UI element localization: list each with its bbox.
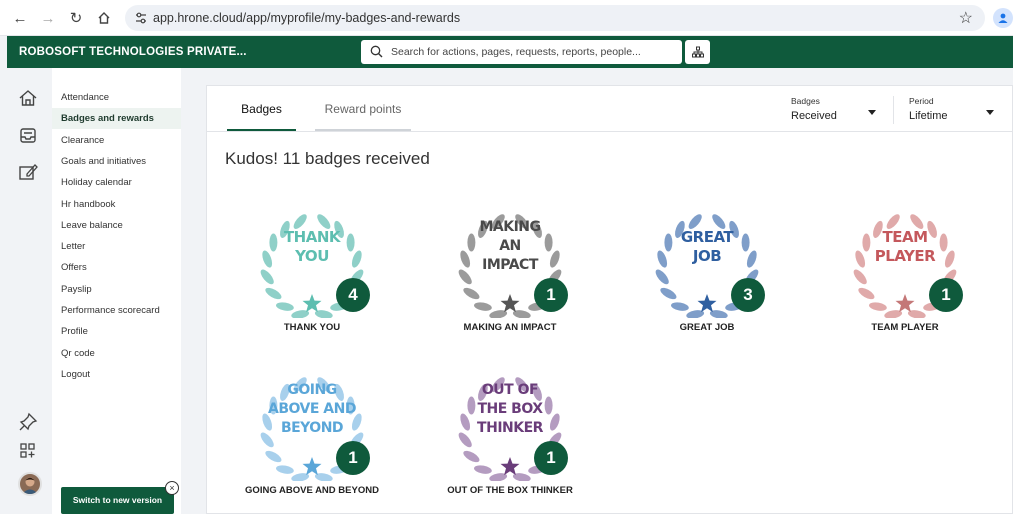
period-filter-dropdown[interactable]: Period Lifetime: [909, 96, 994, 122]
badge-art-line: AN: [499, 238, 521, 254]
submenu-item-badges-and-rewards[interactable]: Badges and rewards: [52, 108, 181, 130]
badge-art-line: JOB: [692, 247, 722, 265]
badge-label: OUT OF THE BOX THINKER: [447, 485, 573, 496]
badge-art-line: GREAT: [680, 228, 734, 246]
badge-count: 1: [534, 278, 568, 312]
apps-add-icon[interactable]: [18, 441, 38, 461]
address-bar[interactable]: app.hrone.cloud/app/myprofile/my-badges-…: [125, 5, 985, 31]
user-avatar[interactable]: [18, 472, 42, 496]
url-text: app.hrone.cloud/app/myprofile/my-badges-…: [153, 11, 461, 25]
badge-going-above-and-beyond[interactable]: GOING ABOVE AND BEYOND 1 GOING ABOVE AND BEY…: [245, 369, 379, 496]
badge-count: 1: [336, 441, 370, 475]
icon-rail: [0, 68, 52, 514]
browser-profile-icon[interactable]: [993, 8, 1013, 28]
close-icon[interactable]: ×: [165, 481, 179, 495]
badge-label: GOING ABOVE AND BEYOND: [245, 485, 379, 496]
reload-icon[interactable]: ↻: [66, 8, 86, 28]
badge-art-line: ABOVE AND: [268, 401, 356, 417]
badge-label: THANK YOU: [283, 322, 341, 333]
submenu-item-profile[interactable]: Profile: [52, 321, 181, 342]
badge-art-text: GOING ABOVE AND BEYOND: [266, 381, 358, 438]
badge-art-text: TEAM PLAYER: [859, 228, 951, 266]
badge-out-of-the-box-thinker[interactable]: OUT OF THE BOX THINKER 1 OUT OF THE BOX THIN…: [447, 369, 573, 496]
period-filter-value: Lifetime: [909, 110, 948, 122]
search-icon: [370, 45, 383, 58]
home-icon[interactable]: [18, 88, 38, 108]
submenu-item-attendance[interactable]: Attendance: [52, 87, 181, 108]
badge-art-line: THANK: [283, 228, 341, 246]
badge-art-line: THE BOX: [477, 401, 543, 417]
badge-art-line: PLAYER: [874, 247, 936, 265]
org-chart-icon: [691, 46, 704, 58]
submenu-item-hr-handbook[interactable]: Hr handbook: [52, 194, 181, 215]
submenu-item-holiday-calendar[interactable]: Holiday calendar: [52, 172, 181, 193]
badge-art-text: GREAT JOB: [661, 228, 753, 266]
badge-art-line: YOU: [295, 247, 329, 265]
back-arrow-icon[interactable]: ←: [10, 8, 30, 28]
badges-filter-label: Badges: [791, 96, 820, 106]
tabs-divider: [207, 131, 1013, 132]
badge-count: 4: [336, 278, 370, 312]
submenu-item-goals-and-initiatives[interactable]: Goals and initiatives: [52, 151, 181, 172]
badge-label: TEAM PLAYER: [871, 322, 939, 333]
search-placeholder: Search for actions, pages, requests, rep…: [391, 46, 641, 58]
inbox-icon[interactable]: [18, 125, 38, 145]
badges-panel: Badges Reward points Badges Received Per…: [206, 85, 1013, 514]
switch-version-button[interactable]: Switch to new version: [61, 487, 174, 514]
badge-art-text: MAKING AN IMPACT: [464, 218, 556, 275]
site-settings-icon[interactable]: [134, 11, 148, 25]
pin-icon[interactable]: [18, 412, 38, 432]
badge-label: MAKING AN IMPACT: [463, 322, 557, 333]
badge-art-line: OUT OF: [481, 382, 539, 398]
chevron-down-icon: [868, 110, 876, 115]
badge-label: GREAT JOB: [679, 322, 735, 333]
global-search-input[interactable]: Search for actions, pages, requests, rep…: [361, 40, 682, 64]
badge-art-line: MAKING: [479, 219, 541, 235]
badge-art-text: OUT OF THE BOX THINKER: [464, 381, 556, 438]
app-header: ROBOSOFT TECHNOLOGIES PRIVATE... Search …: [7, 36, 1013, 68]
badge-count: 1: [534, 441, 568, 475]
profile-submenu: Attendance Badges and rewards Clearance Goa…: [52, 68, 181, 514]
badge-art-line: GOING: [287, 382, 337, 398]
chevron-down-icon: [986, 110, 994, 115]
badges-filter-value: Received: [791, 110, 837, 122]
period-filter-label: Period: [909, 96, 934, 106]
badge-art-line: IMPACT: [482, 257, 538, 273]
tab-badges[interactable]: Badges: [227, 86, 296, 131]
submenu-item-leave-balance[interactable]: Leave balance: [52, 215, 181, 236]
home-page-icon[interactable]: [94, 8, 114, 28]
submenu-item-offers[interactable]: Offers: [52, 257, 181, 278]
kudos-heading: Kudos! 11 badges received: [225, 149, 430, 168]
bookmark-star-icon[interactable]: ☆: [959, 8, 973, 28]
badges-filter-dropdown[interactable]: Badges Received: [791, 96, 876, 122]
edit-icon[interactable]: [18, 162, 38, 182]
tab-reward-points[interactable]: Reward points: [315, 86, 411, 131]
browser-toolbar: ← → ↻ app.hrone.cloud/app/myprofile/my-b…: [0, 0, 1013, 36]
badge-art-line: THINKER: [477, 420, 543, 436]
submenu-item-payslip[interactable]: Payslip: [52, 279, 181, 300]
submenu-item-performance-scorecard[interactable]: Performance scorecard: [52, 300, 181, 321]
badge-team-player[interactable]: TEAM PLAYER 1 TEAM PLAYER: [845, 206, 965, 333]
org-chart-button[interactable]: [685, 40, 710, 64]
filter-divider: [893, 96, 894, 124]
submenu-item-clearance[interactable]: Clearance: [52, 130, 181, 151]
company-name[interactable]: ROBOSOFT TECHNOLOGIES PRIVATE...: [19, 46, 247, 58]
badge-count: 3: [731, 278, 765, 312]
submenu-item-letter[interactable]: Letter: [52, 236, 181, 257]
submenu-item-qr-code[interactable]: Qr code: [52, 343, 181, 364]
badge-art-text: THANK YOU: [266, 228, 358, 266]
forward-arrow-icon[interactable]: →: [38, 8, 58, 28]
badge-making-an-impact[interactable]: MAKING AN IMPACT 1 MAKING AN IMPACT: [450, 206, 570, 333]
badge-thank-you[interactable]: THANK YOU 4 THANK YOU: [252, 206, 372, 333]
badge-count: 1: [929, 278, 963, 312]
badge-art-line: BEYOND: [280, 420, 344, 436]
badge-great-job[interactable]: GREAT JOB 3 GREAT JOB: [647, 206, 767, 333]
badge-art-line: TEAM: [882, 228, 928, 246]
submenu-item-logout[interactable]: Logout: [52, 364, 181, 385]
